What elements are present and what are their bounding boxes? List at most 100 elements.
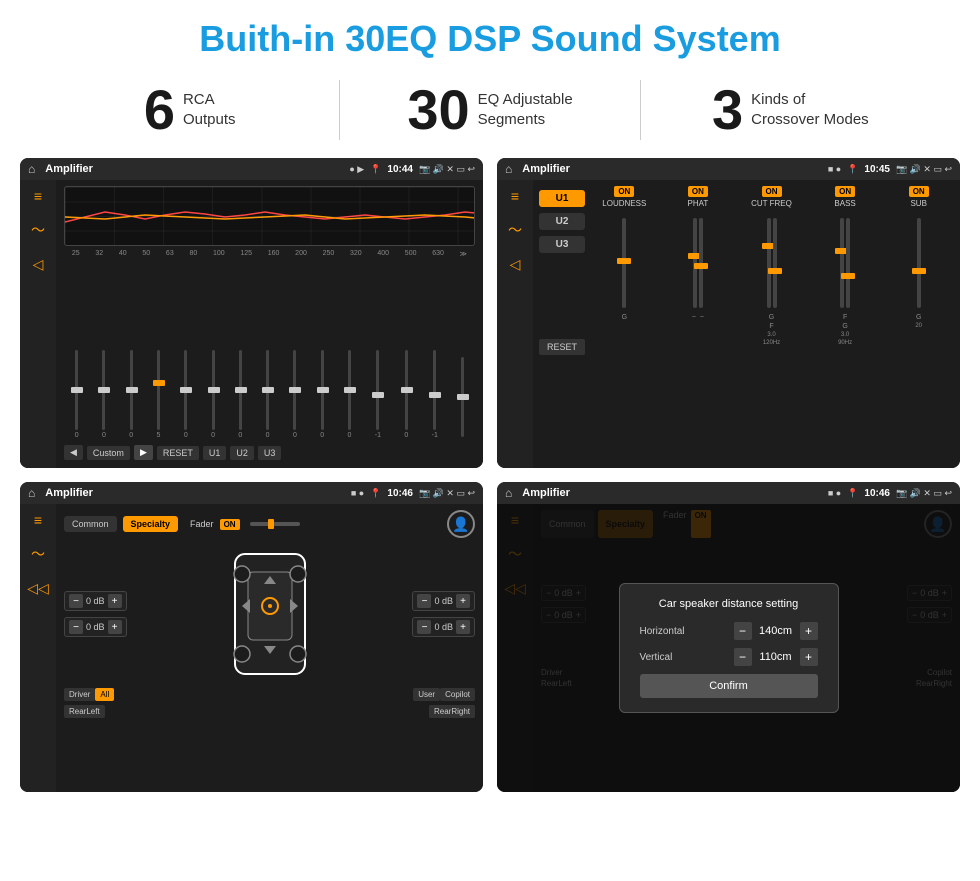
horizontal-minus-btn[interactable]: −: [734, 622, 752, 640]
amp2-u3-btn[interactable]: U3: [539, 236, 585, 253]
screen1-time: 10:44: [387, 164, 413, 175]
eq-slider-2: 0: [129, 350, 133, 439]
vertical-row: Vertical − 110cm +: [640, 648, 818, 666]
cutfreq-slider-1[interactable]: [767, 218, 771, 308]
horizontal-plus-btn[interactable]: +: [800, 622, 818, 640]
vol-rr-minus[interactable]: −: [417, 620, 431, 634]
home-icon-3[interactable]: ⌂: [28, 486, 35, 500]
fader-vol-icon[interactable]: ◁◁: [27, 580, 49, 597]
vol-rl-plus[interactable]: +: [108, 620, 122, 634]
wave-icon[interactable]: 〜: [31, 220, 45, 240]
sub-controls: [917, 214, 921, 312]
horizontal-label: Horizontal: [640, 626, 700, 637]
status-bar-4: ⌂ Amplifier ■ ● 📍 10:46 📷 🔊 ✕ ▭ ↩: [497, 482, 960, 504]
dialog-title: Car speaker distance setting: [640, 598, 818, 610]
page-title: Buith-in 30EQ DSP Sound System: [0, 0, 980, 70]
copilot-btn[interactable]: Copilot: [440, 688, 475, 701]
fader-slider[interactable]: [250, 522, 300, 526]
vertical-label: Vertical: [640, 652, 700, 663]
eq-play-btn[interactable]: ▶: [134, 445, 153, 460]
dialog-screen-content: ≡ 〜 ◁◁ Common Specialty Fader ON 👤: [497, 504, 960, 792]
amp2-u1-btn[interactable]: U1: [539, 190, 585, 207]
user-btn[interactable]: User: [413, 688, 440, 701]
fader-bottom-labels-2: RearLeft RearRight: [64, 705, 475, 718]
vertical-plus-btn[interactable]: +: [800, 648, 818, 666]
amp2-sub-channel: ON SUB G 20: [883, 186, 954, 462]
rearright-btn[interactable]: RearRight: [429, 705, 475, 718]
bass-on-badge: ON: [835, 186, 855, 197]
vol-rl-val: 0 dB: [86, 622, 105, 632]
amp2-wave-icon[interactable]: 〜: [508, 220, 522, 240]
eq-u3-btn[interactable]: U3: [258, 446, 282, 460]
stat-divider-1: [339, 80, 340, 140]
phat-on-badge: ON: [688, 186, 708, 197]
loudness-slider[interactable]: [622, 218, 626, 308]
rearleft-btn[interactable]: RearLeft: [64, 705, 105, 718]
vol-rr-plus[interactable]: +: [456, 620, 470, 634]
screen1-indicators: ● ▶: [349, 164, 364, 175]
eq-u1-btn[interactable]: U1: [203, 446, 227, 460]
eq-slider-13: -1: [432, 350, 438, 439]
bass-controls: [840, 214, 850, 312]
fader-tab-common[interactable]: Common: [64, 516, 117, 532]
vol-fr-minus[interactable]: −: [417, 594, 431, 608]
status-icons-4: 📷 🔊 ✕ ▭ ↩: [896, 488, 952, 499]
stat-eq: 30 EQ Adjustable Segments: [360, 82, 619, 138]
home-icon-4[interactable]: ⌂: [505, 486, 512, 500]
eq-bottom-bar: ◀ Custom ▶ RESET U1 U2 U3: [64, 441, 475, 462]
home-icon-1[interactable]: ⌂: [28, 162, 35, 176]
fader-top-row: Common Specialty Fader ON 👤: [64, 510, 475, 538]
cutfreq-slider-2[interactable]: [773, 218, 777, 308]
fader-main-panel: Common Specialty Fader ON 👤: [56, 504, 483, 792]
eq-slider-14: [461, 357, 464, 439]
eq-reset-btn[interactable]: RESET: [157, 446, 199, 460]
car-svg: [220, 544, 320, 684]
fader-label: Fader: [190, 519, 214, 529]
eq-icon[interactable]: ≡: [34, 188, 42, 204]
fader-tab-specialty[interactable]: Specialty: [123, 516, 179, 532]
stat-number-crossover: 3: [712, 82, 743, 138]
amp2-reset-btn[interactable]: RESET: [539, 339, 585, 355]
eq-u2-btn[interactable]: U2: [230, 446, 254, 460]
sub-slider-1[interactable]: [917, 218, 921, 308]
amp2-eq-icon[interactable]: ≡: [511, 188, 519, 204]
eq-slider-10: 0: [348, 350, 352, 439]
fader-side-icons: ≡ 〜 ◁◁: [20, 504, 56, 792]
stat-crossover: 3 Kinds of Crossover Modes: [661, 82, 920, 138]
eq-graph: [64, 186, 475, 246]
eq-prev-btn[interactable]: ◀: [64, 445, 83, 460]
home-icon-2[interactable]: ⌂: [505, 162, 512, 176]
vol-fl-plus[interactable]: +: [108, 594, 122, 608]
vol-fl-minus[interactable]: −: [69, 594, 83, 608]
amp2-screen-content: ≡ 〜 ◁ U1 U2 U3 RESET ON LOUDNESS: [497, 180, 960, 468]
amp2-bass-channel: ON BASS F G 3: [810, 186, 881, 462]
vol-box-rl: − 0 dB +: [64, 617, 127, 637]
all-btn[interactable]: All: [95, 688, 114, 701]
eq-slider-4: 0: [184, 350, 188, 439]
vol-fr-plus[interactable]: +: [456, 594, 470, 608]
vol-rl-minus[interactable]: −: [69, 620, 83, 634]
driver-btn[interactable]: Driver: [64, 688, 95, 701]
location-icon-4: 📍: [847, 488, 858, 499]
eq-slider-8: 0: [293, 350, 297, 439]
amp2-vol-icon[interactable]: ◁: [510, 256, 521, 273]
fader-eq-icon[interactable]: ≡: [34, 512, 42, 528]
volume-icon[interactable]: ◁: [33, 256, 44, 273]
stat-label-eq-1: EQ Adjustable: [478, 90, 573, 110]
confirm-btn[interactable]: Confirm: [640, 674, 818, 698]
eq-slider-9: 0: [320, 350, 324, 439]
screen-dialog: ⌂ Amplifier ■ ● 📍 10:46 📷 🔊 ✕ ▭ ↩ ≡ 〜 ◁◁…: [497, 482, 960, 792]
eq-grid: [65, 187, 474, 245]
eq-custom-btn[interactable]: Custom: [87, 446, 130, 460]
bass-slider-1[interactable]: [840, 218, 844, 308]
fader-bottom-labels: Driver All User Copilot: [64, 688, 475, 701]
vertical-minus-btn[interactable]: −: [734, 648, 752, 666]
screen3-indicators: ■ ●: [351, 488, 364, 498]
vol-fr-val: 0 dB: [434, 596, 453, 606]
stat-label-rca-1: RCA: [183, 90, 236, 110]
vertical-value: 110cm: [756, 651, 796, 663]
amp2-u2-btn[interactable]: U2: [539, 213, 585, 230]
phat-slider-2[interactable]: [699, 218, 703, 308]
fader-wave-icon[interactable]: 〜: [31, 544, 45, 564]
bass-slider-2[interactable]: [846, 218, 850, 308]
